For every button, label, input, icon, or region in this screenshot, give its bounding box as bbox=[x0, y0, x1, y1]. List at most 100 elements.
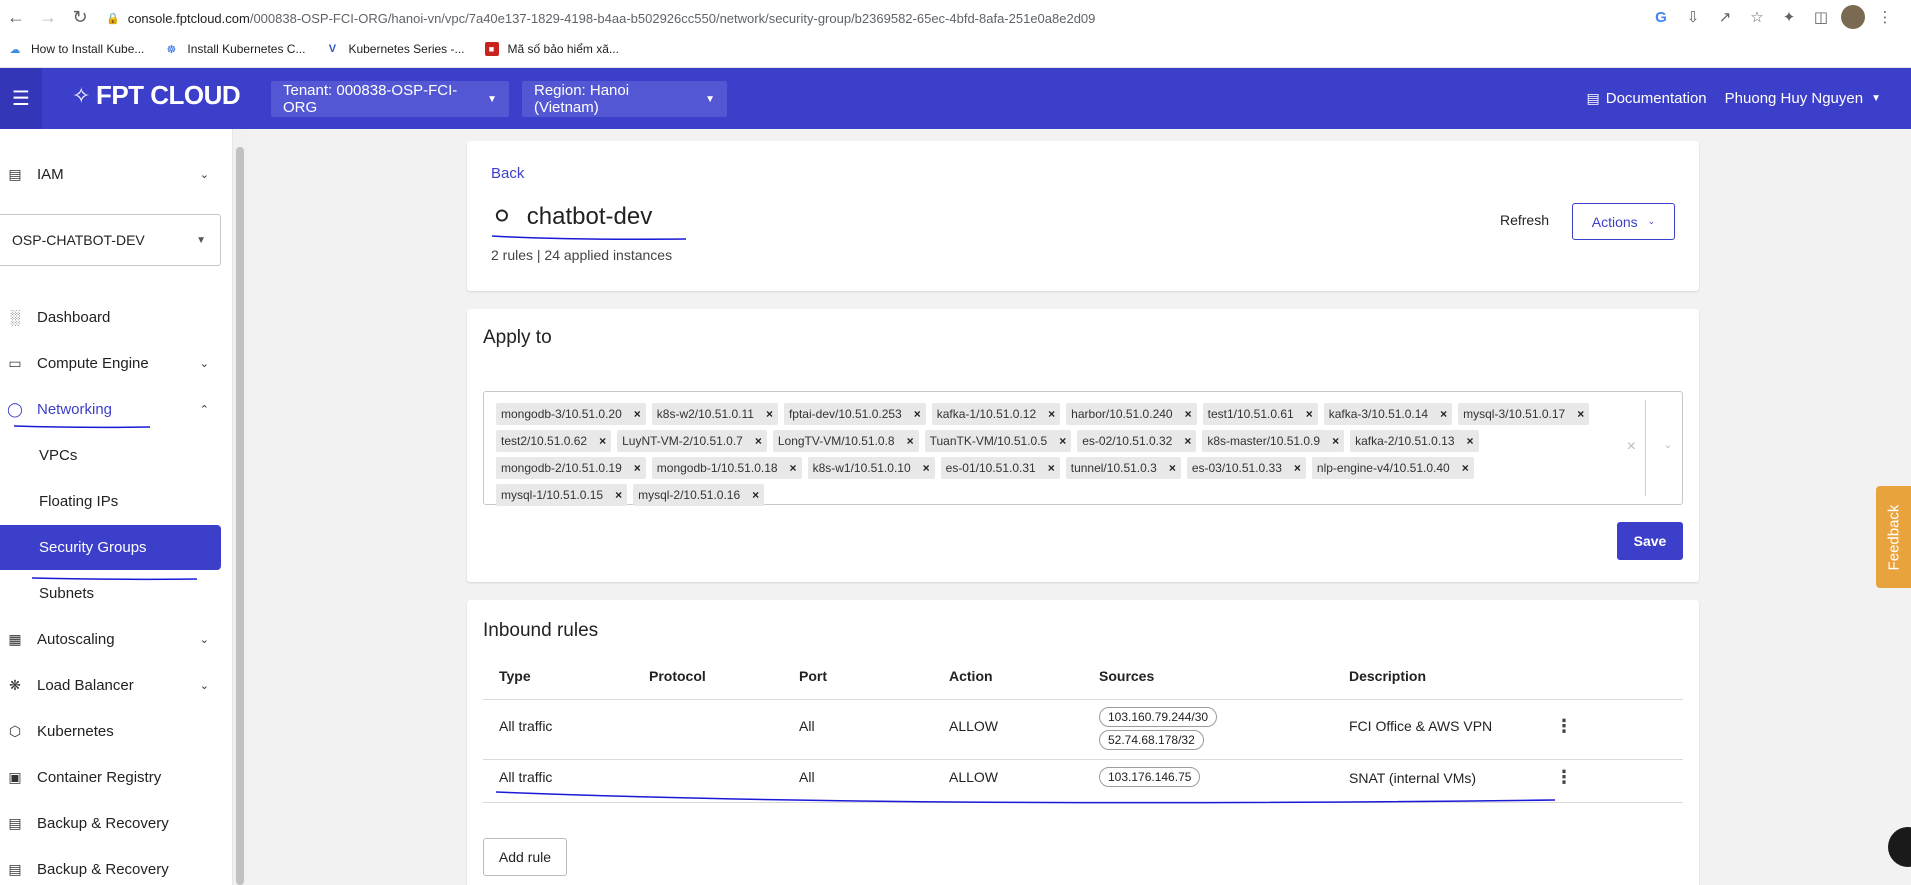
tag-label: test1/10.51.0.61 bbox=[1207, 407, 1294, 421]
instance-tag: k8s-w2/10.51.0.11 × bbox=[651, 403, 778, 425]
actions-dropdown[interactable]: Actions ⌄ bbox=[1572, 203, 1675, 240]
tag-label: kafka-1/10.51.0.12 bbox=[936, 407, 1037, 421]
sidebar-item-kubernetes[interactable]: ⬡ Kubernetes bbox=[0, 711, 221, 751]
instances-multiselect[interactable]: mongodb-3/10.51.0.20 × k8s-w2/10.51.0.11 ×… bbox=[483, 391, 1683, 506]
region-selector[interactable]: Region: Hanoi (Vietnam) ▼ bbox=[522, 81, 727, 117]
bookmark-label: Mã số bảo hiểm xã... bbox=[507, 42, 619, 56]
remove-tag-icon[interactable]: × bbox=[1467, 434, 1474, 448]
row-menu-icon[interactable]: ⋮ bbox=[1555, 716, 1573, 737]
sidebar-item-label: VPCs bbox=[39, 446, 78, 464]
remove-tag-icon[interactable]: × bbox=[923, 461, 930, 475]
remove-tag-icon[interactable]: × bbox=[907, 434, 914, 448]
remove-tag-icon[interactable]: × bbox=[1048, 461, 1055, 475]
row-menu-icon[interactable]: ⋮ bbox=[1555, 767, 1573, 788]
remove-tag-icon[interactable]: × bbox=[1059, 434, 1066, 448]
sidebar-item-backup-recovery-2[interactable]: ▤ Backup & Recovery bbox=[0, 849, 221, 885]
remove-tag-icon[interactable]: × bbox=[1440, 407, 1447, 421]
clear-all-icon[interactable]: × bbox=[1627, 438, 1636, 456]
column-header-port: Port bbox=[799, 668, 827, 684]
remove-tag-icon[interactable]: × bbox=[790, 461, 797, 475]
remove-tag-icon[interactable]: × bbox=[1332, 434, 1339, 448]
user-menu[interactable]: Phuong Huy Nguyen ▼ bbox=[1725, 90, 1881, 107]
sidebar-item-label: Subnets bbox=[39, 584, 95, 602]
refresh-button[interactable]: Refresh bbox=[1500, 212, 1549, 228]
sidebar-item-load-balancer[interactable]: ❋ Load Balancer ⌄ bbox=[0, 665, 221, 705]
add-rule-button[interactable]: Add rule bbox=[483, 838, 567, 876]
bookmark-item[interactable]: ■ Mã số bảo hiểm xã... bbox=[484, 42, 619, 56]
sidebar-item-networking[interactable]: ◯ Networking ⌃ bbox=[0, 389, 221, 429]
hamburger-menu-icon[interactable]: ☰ bbox=[0, 68, 42, 129]
scrollbar-thumb[interactable] bbox=[236, 147, 244, 885]
chat-launcher-icon[interactable] bbox=[1888, 827, 1911, 867]
remove-tag-icon[interactable]: × bbox=[914, 407, 921, 421]
tenant-selector[interactable]: Tenant: 000838-OSP-FCI-ORG ▼ bbox=[271, 81, 509, 117]
remove-tag-icon[interactable]: × bbox=[1184, 434, 1191, 448]
instance-tag: es-01/10.51.0.31 × bbox=[940, 457, 1060, 479]
logo-mark-icon: ✧ bbox=[72, 82, 90, 108]
bookmark-item[interactable]: ☸ Install Kubernetes C... bbox=[164, 42, 305, 56]
share-icon[interactable]: ↗ bbox=[1713, 5, 1737, 29]
remove-tag-icon[interactable]: × bbox=[1294, 461, 1301, 475]
forward-arrow-icon[interactable]: → bbox=[32, 1, 64, 33]
sidebar-item-security-groups[interactable]: Security Groups bbox=[0, 525, 221, 570]
sidebar-item-compute-engine[interactable]: ▭ Compute Engine ⌄ bbox=[0, 343, 221, 383]
feedback-tab[interactable]: Feedback bbox=[1876, 486, 1911, 588]
save-button[interactable]: Save bbox=[1617, 522, 1683, 560]
remove-tag-icon[interactable]: × bbox=[599, 434, 606, 448]
chevron-down-icon[interactable]: ⌄ bbox=[1664, 440, 1672, 451]
sidebar-item-subnets[interactable]: Subnets bbox=[0, 573, 221, 613]
remove-tag-icon[interactable]: × bbox=[1048, 407, 1055, 421]
sidebar-item-autoscaling[interactable]: ▦ Autoscaling ⌄ bbox=[0, 619, 221, 659]
tag-label: nlp-engine-v4/10.51.0.40 bbox=[1316, 461, 1450, 475]
sidebar-item-backup-recovery[interactable]: ▤ Backup & Recovery bbox=[0, 803, 221, 843]
sidepanel-icon[interactable]: ◫ bbox=[1809, 5, 1833, 29]
sidebar-scrollbar[interactable] bbox=[233, 129, 247, 885]
project-label: OSP-CHATBOT-DEV bbox=[12, 232, 145, 248]
sidebar-item-label: Compute Engine bbox=[37, 354, 149, 372]
address-bar[interactable]: 🔒 console.fptcloud.com/000838-OSP-FCI-OR… bbox=[106, 7, 1095, 29]
bookmark-label: How to Install Kube... bbox=[31, 42, 145, 56]
remove-tag-icon[interactable]: × bbox=[752, 488, 759, 502]
tag-line: mysql-1/10.51.0.15 × mysql-2/10.51.0.16 × bbox=[496, 484, 770, 506]
chevron-up-icon: ⌃ bbox=[199, 403, 209, 416]
documentation-link[interactable]: ▤ Documentation bbox=[1587, 90, 1707, 107]
reload-icon[interactable]: ↻ bbox=[64, 1, 96, 33]
back-link[interactable]: Back bbox=[491, 165, 524, 182]
tag-line: test2/10.51.0.62 × LuyNT-VM-2/10.51.0.7 × … bbox=[496, 430, 1485, 452]
star-icon[interactable]: ☆ bbox=[1745, 5, 1769, 29]
fpt-cloud-logo[interactable]: ✧ FPT CLOUD bbox=[72, 80, 241, 111]
remove-tag-icon[interactable]: × bbox=[615, 488, 622, 502]
sidebar-item-container-registry[interactable]: ▣ Container Registry bbox=[0, 757, 221, 797]
remove-tag-icon[interactable]: × bbox=[766, 407, 773, 421]
sidebar-item-label: IAM bbox=[37, 165, 64, 183]
sidebar-item-iam[interactable]: ▤ IAM ⌄ bbox=[0, 154, 221, 194]
caret-down-icon: ▼ bbox=[705, 93, 715, 105]
back-arrow-icon[interactable]: ← bbox=[0, 1, 32, 33]
tag-label: es-03/10.51.0.33 bbox=[1191, 461, 1282, 475]
extensions-icon[interactable]: ✦ bbox=[1777, 5, 1801, 29]
remove-tag-icon[interactable]: × bbox=[1169, 461, 1176, 475]
remove-tag-icon[interactable]: × bbox=[1306, 407, 1313, 421]
header-divider bbox=[483, 699, 1683, 700]
install-icon[interactable]: ⇩ bbox=[1681, 5, 1705, 29]
bookmark-item[interactable]: ☁ How to Install Kube... bbox=[8, 42, 145, 56]
bookmark-item[interactable]: V Kubernetes Series -... bbox=[325, 42, 465, 56]
sidebar-item-vpcs[interactable]: VPCs bbox=[0, 435, 221, 475]
profile-avatar[interactable] bbox=[1841, 5, 1865, 29]
sidebar-item-floating-ips[interactable]: Floating IPs bbox=[0, 481, 221, 521]
remove-tag-icon[interactable]: × bbox=[1185, 407, 1192, 421]
menu-dots-icon[interactable]: ⋮ bbox=[1873, 5, 1897, 29]
remove-tag-icon[interactable]: × bbox=[634, 461, 641, 475]
remove-tag-icon[interactable]: × bbox=[1577, 407, 1584, 421]
google-icon[interactable]: G bbox=[1649, 5, 1673, 29]
region-label: Region: Hanoi (Vietnam) bbox=[534, 82, 630, 116]
scale-icon: ▦ bbox=[8, 630, 22, 647]
project-selector[interactable]: OSP-CHATBOT-DEV ▼ bbox=[0, 214, 221, 266]
sidebar-item-dashboard[interactable]: ░ Dashboard bbox=[0, 297, 221, 337]
remove-tag-icon[interactable]: × bbox=[1462, 461, 1469, 475]
remove-tag-icon[interactable]: × bbox=[755, 434, 762, 448]
rule-type: All traffic bbox=[499, 769, 553, 785]
remove-tag-icon[interactable]: × bbox=[634, 407, 641, 421]
tag-label: k8s-master/10.51.0.9 bbox=[1207, 434, 1321, 448]
sidebar-item-label: Floating IPs bbox=[39, 492, 119, 510]
